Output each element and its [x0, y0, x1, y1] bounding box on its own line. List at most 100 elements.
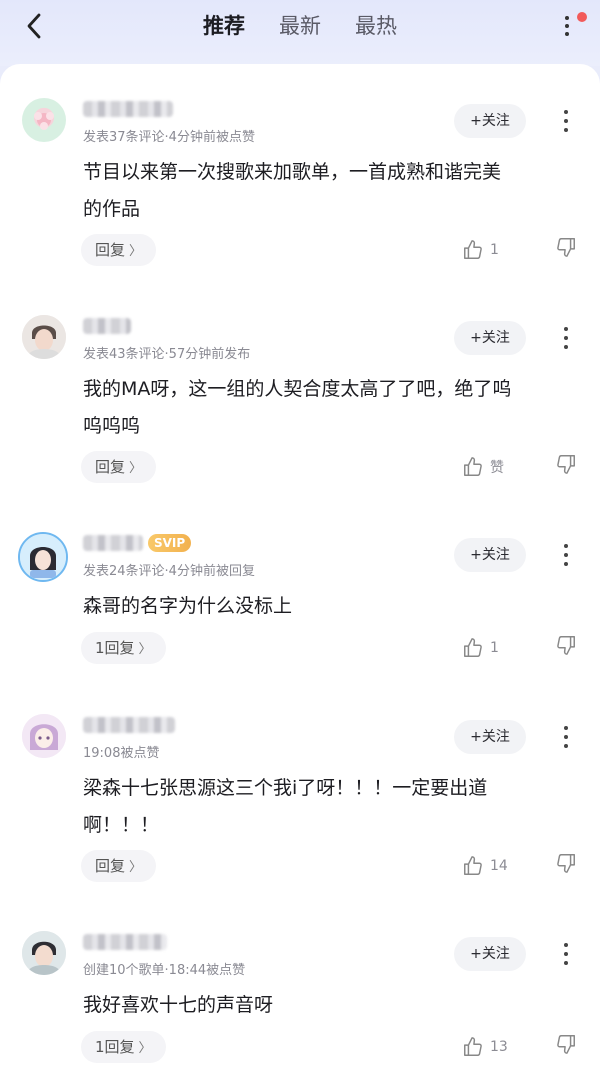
- comment-more-button[interactable]: [555, 940, 577, 968]
- person-photo-icon: [22, 931, 66, 975]
- dislike-button[interactable]: [555, 634, 581, 662]
- like-count: 赞: [490, 460, 504, 476]
- tab-bar: 推荐 最新 最热: [0, 8, 600, 44]
- more-vertical-icon: [564, 943, 568, 947]
- comment-more-button[interactable]: [555, 324, 577, 352]
- comment-meta: 发表37条评论·4分钟前被点赞: [83, 130, 255, 145]
- more-vertical-icon: [564, 110, 568, 114]
- comment-text-line: 啊！！！: [83, 814, 160, 836]
- comment-meta: 发表24条评论·4分钟前被回复: [83, 564, 255, 579]
- chevron-right-icon: 〉: [138, 642, 152, 657]
- thumbs-down-icon: [557, 238, 575, 257]
- comment-text: 森哥的名字为什么没标上: [83, 588, 583, 625]
- follow-button[interactable]: +关注: [454, 937, 526, 971]
- reply-button[interactable]: 1回复〉: [81, 632, 166, 664]
- like-count: 1: [490, 640, 499, 656]
- notification-badge: [577, 12, 587, 22]
- thumbs-up-icon: [464, 457, 482, 476]
- comment-text-line: 森哥的名字为什么没标上: [83, 595, 293, 617]
- person-photo-icon: [22, 315, 66, 359]
- username-blurred[interactable]: [83, 101, 173, 117]
- avatar[interactable]: [22, 714, 66, 758]
- thumbs-down-icon: [557, 455, 575, 474]
- comment-list[interactable]: 发表37条评论·4分钟前被点赞 +关注 节目以来第一次搜歌来加歌单，一首成熟和谐…: [0, 64, 600, 1083]
- like-button[interactable]: 1: [462, 634, 499, 662]
- thumbs-up-icon: [464, 638, 482, 657]
- more-dot: [564, 744, 568, 748]
- thumbs-down-icon: [557, 854, 575, 873]
- like-button[interactable]: 1: [462, 236, 499, 264]
- chevron-right-icon: 〉: [129, 860, 143, 875]
- more-dot: [564, 952, 568, 956]
- tab-latest[interactable]: 最新: [262, 8, 338, 44]
- like-button[interactable]: 赞: [462, 453, 504, 481]
- thumbs-up-icon: [464, 856, 482, 875]
- like-count: 14: [490, 858, 508, 874]
- follow-button[interactable]: +关注: [454, 720, 526, 754]
- reply-label: 回复: [95, 857, 126, 875]
- thumbs-down-icon: [557, 1035, 575, 1054]
- reply-button[interactable]: 回复〉: [81, 234, 157, 266]
- avatar[interactable]: [22, 98, 66, 142]
- thumbs-up-icon: [464, 240, 482, 259]
- avatar[interactable]: [22, 315, 66, 359]
- username-blurred[interactable]: [83, 535, 143, 551]
- more-dot: [564, 345, 568, 349]
- like-count: 13: [490, 1039, 508, 1055]
- thumbs-up-icon: [464, 1037, 482, 1056]
- comment-text: 我好喜欢十七的声音呀: [83, 987, 583, 1024]
- avatar[interactable]: [22, 931, 66, 975]
- reply-button[interactable]: 回复〉: [81, 451, 157, 483]
- more-vertical-icon: [565, 16, 569, 20]
- more-vertical-icon: [564, 726, 568, 730]
- comment-text-line: 我好喜欢十七的声音呀: [83, 994, 274, 1016]
- tab-recommended[interactable]: 推荐: [186, 8, 262, 44]
- chevron-right-icon: 〉: [129, 461, 143, 476]
- avatar[interactable]: [18, 532, 68, 582]
- comment-text: 梁森十七张思源这三个我i了呀！！！一定要出道 啊！！！: [83, 770, 583, 844]
- like-button[interactable]: 14: [462, 852, 508, 880]
- reply-button[interactable]: 回复〉: [81, 850, 157, 882]
- more-vertical-icon: [564, 544, 568, 548]
- reply-button[interactable]: 1回复〉: [81, 1031, 166, 1063]
- comment-meta: 创建10个歌单·18:44被点赞: [83, 963, 246, 978]
- follow-button[interactable]: +关注: [454, 104, 526, 138]
- comment-more-button[interactable]: [555, 541, 577, 569]
- more-dot: [564, 119, 568, 123]
- dislike-button[interactable]: [555, 1033, 581, 1061]
- comment-meta: 19:08被点赞: [83, 746, 160, 761]
- follow-button[interactable]: +关注: [454, 321, 526, 355]
- comment-text-line: 的作品: [83, 198, 141, 220]
- dislike-button[interactable]: [555, 236, 581, 264]
- like-button[interactable]: 13: [462, 1033, 508, 1061]
- username-blurred[interactable]: [83, 934, 167, 950]
- comment-more-button[interactable]: [555, 107, 577, 135]
- anime-avatar-icon: [22, 714, 66, 758]
- comment-more-button[interactable]: [555, 723, 577, 751]
- top-bar: 推荐 最新 最热: [0, 0, 600, 66]
- tab-hottest[interactable]: 最热: [338, 8, 414, 44]
- chevron-right-icon: 〉: [129, 244, 143, 259]
- dislike-button[interactable]: [555, 453, 581, 481]
- username-blurred[interactable]: [83, 717, 175, 733]
- like-count: 1: [490, 242, 499, 258]
- reply-label: 1回复: [95, 639, 135, 657]
- anime-avatar-icon: [20, 534, 66, 580]
- more-dot: [564, 553, 568, 557]
- more-dot: [564, 336, 568, 340]
- more-dot: [564, 128, 568, 132]
- more-dot: [564, 961, 568, 965]
- username-blurred[interactable]: [83, 318, 131, 334]
- reply-label: 回复: [95, 241, 126, 259]
- comment-text: 节目以来第一次搜歌来加歌单，一首成熟和谐完美 的作品: [83, 154, 583, 228]
- comment-text-line: 节目以来第一次搜歌来加歌单，一首成熟和谐完美: [83, 161, 502, 183]
- reply-label: 回复: [95, 458, 126, 476]
- more-dot: [565, 32, 569, 36]
- more-dot: [565, 24, 569, 28]
- reply-label: 1回复: [95, 1038, 135, 1056]
- comment-text: 我的MA呀，这一组的人契合度太高了了吧，绝了呜 呜呜呜: [83, 371, 583, 445]
- more-dot: [564, 562, 568, 566]
- dislike-button[interactable]: [555, 852, 581, 880]
- svip-badge: SVIP: [148, 534, 192, 552]
- follow-button[interactable]: +关注: [454, 538, 526, 572]
